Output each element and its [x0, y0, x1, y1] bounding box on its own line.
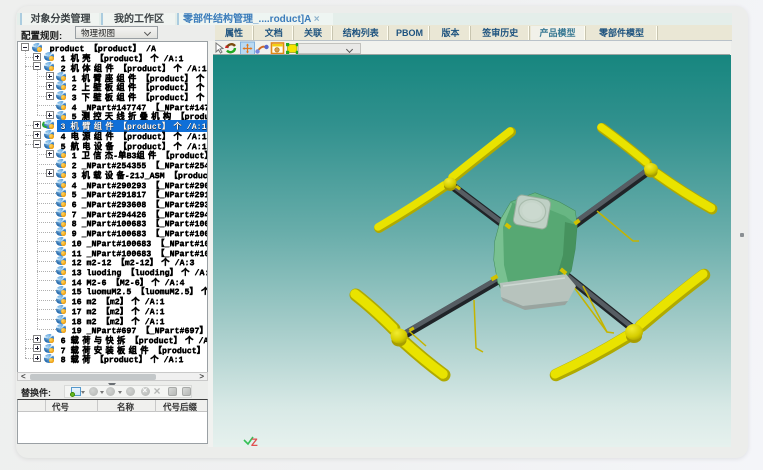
- svg-text:Z: Z: [251, 437, 258, 447]
